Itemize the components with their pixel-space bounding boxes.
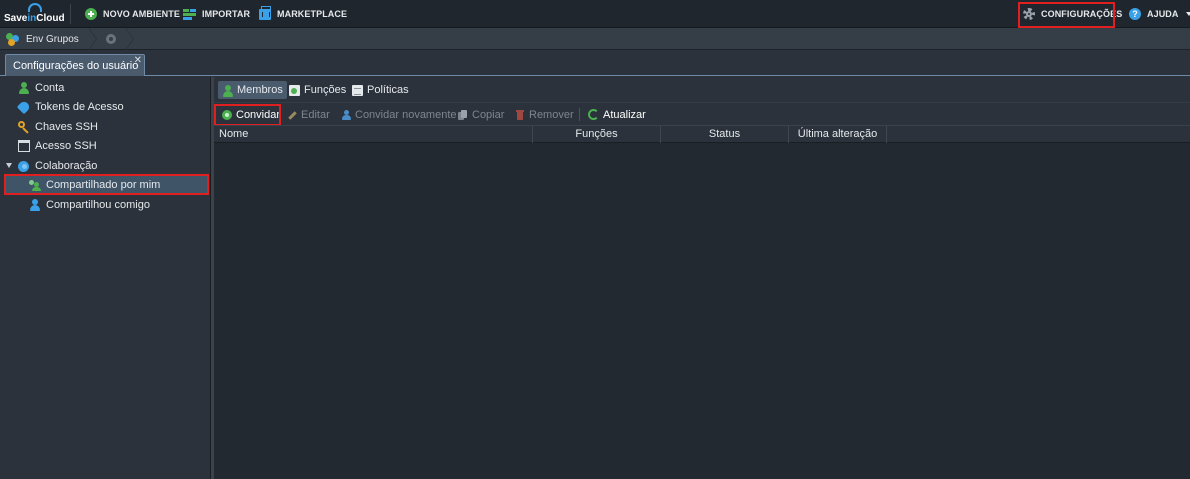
refresh-label: Atualizar bbox=[603, 108, 646, 121]
toolbar-divider bbox=[579, 108, 580, 121]
users-icon bbox=[222, 84, 233, 97]
gear-icon bbox=[1023, 8, 1035, 20]
sidebar-item-label: Compartilhado por mim bbox=[46, 178, 161, 191]
cloud-icon bbox=[28, 3, 42, 12]
topbar-divider bbox=[70, 4, 71, 24]
tab-roles-label: Funções bbox=[304, 84, 347, 96]
copy-icon bbox=[458, 109, 468, 120]
column-header-label: Funções bbox=[575, 128, 618, 140]
breadcrumb: Env Grupos bbox=[0, 28, 1190, 50]
env-groups-icon bbox=[6, 32, 20, 46]
marketplace-label: MARKETPLACE bbox=[277, 9, 348, 19]
tab-user-settings-label: Configurações do usuário bbox=[13, 60, 139, 72]
edit-button[interactable]: Editar bbox=[287, 105, 330, 124]
sidebar-item-ssh-access[interactable]: Acesso SSH bbox=[0, 136, 210, 155]
trash-icon bbox=[515, 109, 525, 120]
sidebar-item-collaboration[interactable]: Colaboração bbox=[0, 156, 210, 175]
tag-icon bbox=[16, 99, 32, 114]
import-label: IMPORTAR bbox=[202, 9, 251, 19]
breadcrumb-env-groups[interactable]: Env Grupos bbox=[6, 28, 79, 50]
sidebar-item-shared-by-me[interactable]: Compartilhado por mim bbox=[5, 175, 209, 194]
help-label: AJUDA bbox=[1147, 9, 1179, 19]
help-icon: ? bbox=[1129, 8, 1141, 20]
copy-button[interactable]: Copiar bbox=[458, 105, 504, 124]
user-icon bbox=[341, 109, 351, 120]
members-grid-header: Nome Funções Status Última alteração bbox=[214, 125, 1190, 143]
sidebar-item-label: Colaboração bbox=[35, 159, 98, 172]
section-tabs: Membros Funções Políticas bbox=[214, 77, 1190, 102]
new-environment-button[interactable]: NOVO AMBIENTE bbox=[85, 0, 180, 28]
column-header-label: Última alteração bbox=[797, 128, 878, 140]
import-icon bbox=[183, 8, 196, 20]
sidebar-item-ssh-keys[interactable]: Chaves SSH bbox=[0, 117, 210, 136]
column-header-last-modified[interactable]: Última alteração bbox=[789, 126, 887, 143]
collaboration-icon bbox=[18, 160, 30, 172]
tab-user-settings[interactable]: Configurações do usuário ✕ bbox=[5, 54, 145, 76]
settings-sidebar: Conta Tokens de Acesso Chaves SSH Acesso… bbox=[0, 77, 211, 479]
sidebar-item-label: Chaves SSH bbox=[35, 120, 98, 133]
sidebar-item-shared-with-me[interactable]: Compartilhou comigo bbox=[0, 195, 210, 214]
sidebar-item-label: Compartilhou comigo bbox=[46, 198, 150, 211]
import-button[interactable]: IMPORTAR bbox=[183, 0, 250, 28]
sidebar-item-access-tokens[interactable]: Tokens de Acesso bbox=[0, 97, 210, 116]
plus-circle-icon bbox=[222, 109, 232, 120]
close-icon[interactable]: ✕ bbox=[134, 56, 142, 66]
breadcrumb-env-groups-label: Env Grupos bbox=[26, 33, 79, 45]
sidebar-item-label: Acesso SSH bbox=[35, 139, 97, 152]
remove-button[interactable]: Remover bbox=[515, 105, 574, 124]
tab-members[interactable]: Membros bbox=[218, 81, 287, 99]
column-header-label: Status bbox=[708, 128, 741, 140]
sidebar-item-label: Tokens de Acesso bbox=[35, 100, 124, 113]
settings-button[interactable]: CONFIGURAÇÕES bbox=[1023, 0, 1122, 28]
shared-users-icon bbox=[29, 179, 41, 191]
invite-label: Convidar bbox=[236, 108, 281, 121]
tab-members-label: Membros bbox=[237, 84, 283, 96]
expand-arrow-icon[interactable] bbox=[6, 163, 12, 168]
top-bar: SaveinCloud NOVO AMBIENTE IMPORTAR MARKE… bbox=[0, 0, 1190, 28]
copy-label: Copiar bbox=[472, 108, 505, 121]
members-toolbar: Convidar Editar Convidar novamente Copia… bbox=[214, 102, 1190, 126]
logo-text: SaveinCloud bbox=[4, 13, 65, 24]
sidebar-item-account[interactable]: Conta bbox=[0, 78, 210, 97]
main-panel: Membros Funções Políticas Convidar Edita… bbox=[214, 77, 1190, 479]
sidebar-item-label: Conta bbox=[35, 81, 65, 94]
column-header-name[interactable]: Nome bbox=[214, 126, 533, 143]
tab-policies[interactable]: Políticas bbox=[348, 81, 413, 99]
user-icon bbox=[18, 81, 30, 94]
saveincloud-logo[interactable]: SaveinCloud bbox=[4, 3, 66, 27]
document-icon bbox=[352, 84, 363, 96]
circle-icon bbox=[106, 34, 116, 44]
remove-label: Remover bbox=[529, 108, 574, 121]
invite-button[interactable]: Convidar bbox=[222, 105, 280, 124]
column-header-roles[interactable]: Funções bbox=[533, 126, 661, 143]
basket-icon bbox=[259, 5, 271, 20]
reinvite-button[interactable]: Convidar novamente bbox=[341, 105, 457, 124]
refresh-button[interactable]: Atualizar bbox=[588, 105, 646, 124]
settings-label: CONFIGURAÇÕES bbox=[1041, 9, 1123, 19]
new-environment-label: NOVO AMBIENTE bbox=[103, 9, 180, 19]
key-icon bbox=[18, 120, 30, 133]
terminal-window-icon bbox=[18, 139, 30, 152]
user-icon bbox=[29, 198, 41, 211]
role-document-icon bbox=[289, 84, 300, 96]
refresh-icon bbox=[588, 109, 599, 120]
breadcrumb-separator bbox=[88, 28, 99, 50]
members-grid-body bbox=[214, 143, 1190, 479]
tab-policies-label: Políticas bbox=[367, 84, 409, 96]
reinvite-label: Convidar novamente bbox=[355, 108, 457, 121]
plus-circle-icon bbox=[85, 8, 97, 20]
column-header-label: Nome bbox=[219, 128, 249, 140]
panel-tab-strip: Configurações do usuário ✕ bbox=[0, 50, 1190, 76]
column-header-status[interactable]: Status bbox=[661, 126, 789, 143]
tab-roles[interactable]: Funções bbox=[285, 81, 350, 99]
pencil-icon bbox=[287, 110, 297, 120]
chevron-down-icon bbox=[1185, 12, 1190, 16]
help-button[interactable]: ? AJUDA bbox=[1129, 0, 1190, 28]
edit-label: Editar bbox=[301, 108, 330, 121]
breadcrumb-separator bbox=[125, 28, 136, 50]
breadcrumb-group-item[interactable] bbox=[106, 28, 116, 50]
marketplace-button[interactable]: MARKETPLACE bbox=[259, 0, 347, 28]
